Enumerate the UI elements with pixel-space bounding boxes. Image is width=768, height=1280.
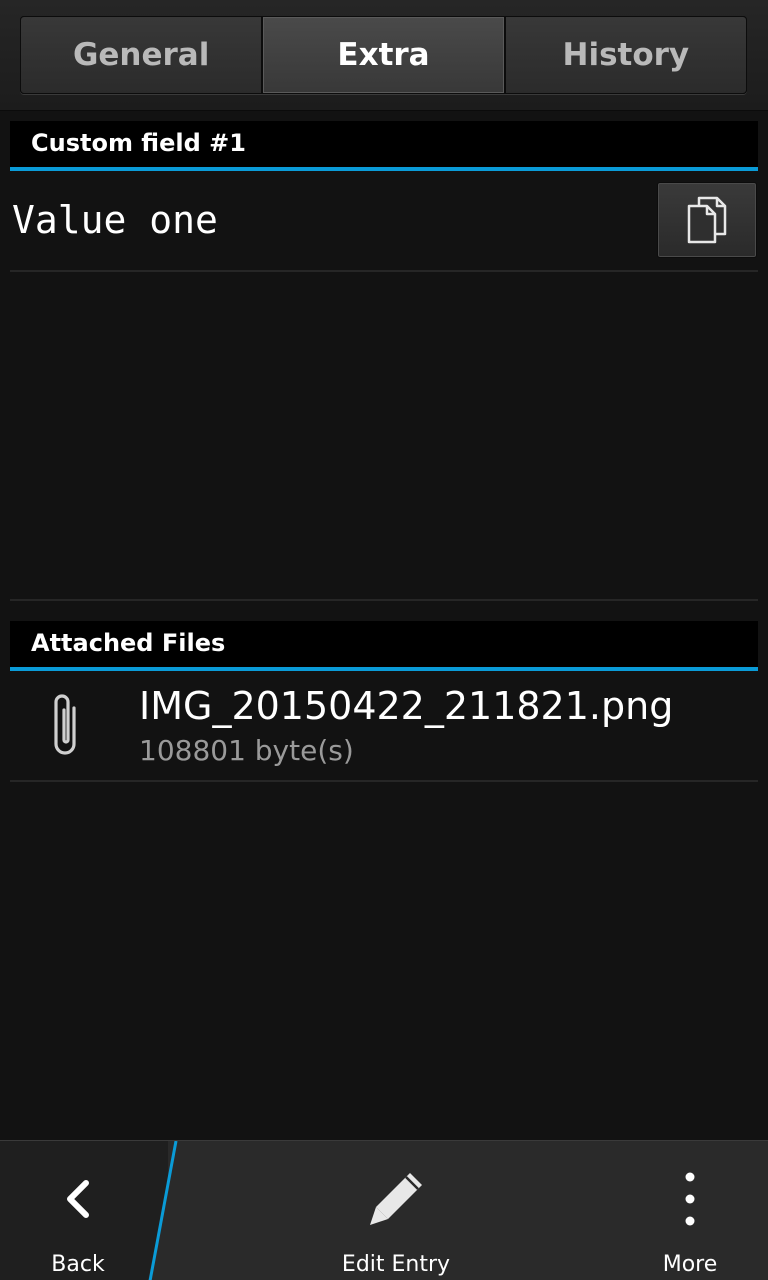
more-label: More [662, 1252, 718, 1277]
action-bar: Back Edit Entry More [0, 1140, 768, 1280]
tab-extra[interactable]: Extra [262, 16, 505, 94]
segmented-control: General Extra History [20, 16, 747, 94]
paperclip-icon [54, 694, 76, 755]
copy-button[interactable] [657, 182, 757, 258]
custom-field-title: Custom field #1 [31, 129, 246, 157]
more-button[interactable]: More [640, 1141, 740, 1280]
back-label: Back [51, 1252, 105, 1277]
attached-files-header: Attached Files [10, 621, 758, 671]
edit-entry-label: Edit Entry [341, 1252, 451, 1277]
pencil-icon [370, 1173, 422, 1225]
custom-field-header: Custom field #1 [10, 121, 758, 171]
attachment-file-size: 108801 byte(s) [139, 734, 354, 767]
edit-entry-button[interactable]: Edit Entry [326, 1141, 466, 1280]
tab-history[interactable]: History [504, 16, 747, 94]
tab-bar: General Extra History [0, 0, 768, 111]
tab-general[interactable]: General [20, 16, 263, 94]
entry-details-screen: General Extra History Custom field #1 Va… [0, 0, 768, 1280]
attachment-item[interactable]: IMG_20150422_211821.png 108801 byte(s) [10, 672, 758, 782]
section-divider [10, 599, 758, 601]
attachment-file-name: IMG_20150422_211821.png [139, 684, 674, 728]
custom-field-value[interactable]: Value one [12, 198, 218, 242]
copy-icon [687, 196, 727, 244]
chevron-left-icon [67, 1180, 89, 1218]
more-dots-icon [685, 1172, 695, 1226]
attached-files-title: Attached Files [31, 629, 226, 657]
custom-field-row: Value one [10, 172, 758, 272]
back-button[interactable]: Back [18, 1141, 138, 1280]
